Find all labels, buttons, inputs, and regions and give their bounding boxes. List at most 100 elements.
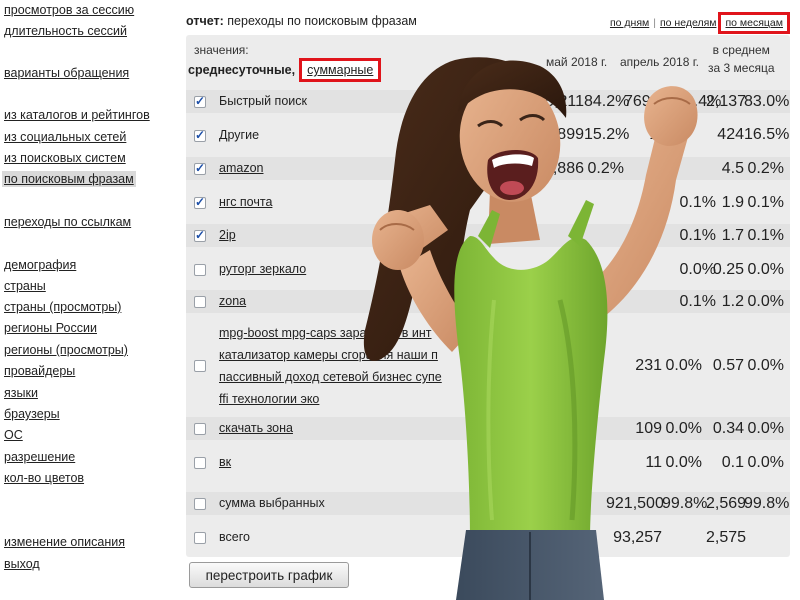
row-checkbox[interactable] [194, 161, 206, 175]
row-checkbox[interactable] [194, 360, 206, 372]
row-checkbox[interactable] [194, 94, 206, 108]
row-label[interactable]: вк [219, 451, 231, 474]
row-checkbox[interactable] [194, 457, 206, 469]
sidebar-item-providers[interactable]: провайдеры [4, 363, 75, 379]
cell-avg-pct: 83.0% [744, 93, 790, 110]
cell-may: 11 [645, 454, 662, 471]
sidebar-item-os[interactable]: ОС [4, 427, 23, 443]
row-label-line[interactable]: катализатор камеры сгорания наши п [219, 344, 438, 367]
row-label: всего [219, 530, 250, 544]
cell-avg-pct: 16.5% [744, 126, 790, 143]
row-label-line[interactable]: mpg-boost mpg-caps заработок в инт [219, 322, 432, 345]
sidebar-item-search-engines[interactable]: из поисковых систем [4, 150, 126, 166]
tab-months[interactable]: по месяцам [718, 12, 790, 34]
row-label[interactable]: нгс почта [219, 191, 272, 214]
column-header-average-line1: в среднем [712, 43, 770, 57]
cell-may-pct: 0.2% [587, 160, 624, 177]
cell-may-pct: 0.0% [665, 420, 702, 437]
row-checkbox[interactable] [194, 228, 206, 242]
report-prefix: отчет: [186, 14, 224, 28]
stats-table: значения: среднесуточные, суммарные май 2… [186, 35, 790, 557]
cell-may-pct: 84.2% [584, 93, 630, 110]
sidebar-item-browsers[interactable]: браузеры [4, 406, 60, 422]
sidebar-item-views-per-session[interactable]: просмотров за сессию [4, 2, 134, 18]
sidebar-item-access-variants[interactable]: варианты обращения [4, 65, 129, 81]
sidebar-item-edit-description[interactable]: изменение описания [4, 534, 125, 550]
cell-avg-pct: 0.0% [747, 357, 784, 374]
cell-may: 93,257 [613, 529, 662, 546]
row-label: Быстрый поиск [219, 94, 307, 108]
cell-avg: 1.9 [721, 194, 744, 211]
table-row: Другие [186, 124, 790, 147]
cell-may: 231 [635, 357, 662, 374]
sidebar-item-countries[interactable]: страны [4, 278, 46, 294]
cell-avg-pct: 0.1% [747, 227, 784, 244]
sidebar-item-search-phrases[interactable]: по поисковым фразам [2, 171, 136, 187]
row-label[interactable]: руторг зеркало [219, 258, 306, 281]
row-label[interactable]: amazon [219, 157, 263, 180]
cell-avg-pct: 0.0% [747, 293, 784, 310]
tab-days[interactable]: по дням [610, 17, 649, 29]
row-label: Другие [219, 128, 260, 142]
row-label[interactable]: скачать зона [219, 417, 293, 440]
row-checkbox[interactable] [194, 296, 206, 308]
sidebar-item-logout[interactable]: выход [4, 556, 40, 572]
cell-avg: 1.2 [721, 293, 744, 310]
sidebar-item-countries-views[interactable]: страны (просмотры) [4, 299, 121, 315]
cell-avg: 2,137 [706, 93, 747, 110]
cell-may: 785,211 [527, 93, 584, 110]
row-label[interactable]: 2ip [219, 224, 236, 247]
cell-may: 141,899 [526, 126, 584, 143]
sidebar-item-colors[interactable]: кол-во цветов [4, 470, 84, 486]
cell-apr: 148 [649, 126, 676, 143]
cell-may: 1,886 [543, 160, 584, 177]
row-label[interactable]: zona [219, 290, 246, 313]
cell-avg: 0.57 [712, 357, 744, 374]
table-row: amazon [186, 157, 790, 180]
rebuild-chart-button[interactable]: перестроить график [189, 562, 349, 588]
cell-avg-pct: 0.0% [747, 420, 784, 437]
sidebar-item-social[interactable]: из социальных сетей [4, 129, 126, 145]
cell-may-pct: 15.2% [584, 126, 630, 143]
cell-may-pct: 99.8% [662, 495, 708, 512]
row-checkbox[interactable] [194, 195, 206, 209]
report-title: отчет: переходы по поисковым фразам [186, 14, 417, 28]
row-checkbox[interactable] [194, 264, 206, 276]
tab-weeks[interactable]: по неделям [660, 17, 717, 29]
mode-switch: среднесуточные, суммарные [188, 58, 382, 82]
row-checkbox[interactable] [194, 532, 206, 544]
cell-may-pct: 0.0% [665, 357, 702, 374]
sidebar-item-regions-views[interactable]: регионы (просмотры) [4, 342, 128, 358]
cell-avg-pct: 0.1% [747, 194, 784, 211]
report-name: переходы по поисковым фразам [227, 14, 417, 28]
cell-avg: 2,569 [706, 495, 747, 512]
row-label: сумма выбранных [219, 496, 325, 510]
column-header-average-line2: за 3 месяца [708, 61, 775, 75]
column-header-average: в среднем за 3 месяца [708, 41, 775, 77]
cell-avg: 0.34 [712, 420, 744, 437]
table-row: всего [186, 526, 790, 549]
sidebar-item-languages[interactable]: языки [4, 385, 38, 401]
mode-total[interactable]: суммарные [299, 58, 382, 82]
row-label-line[interactable]: пассивный доход сетевой бизнес супе [219, 366, 442, 389]
row-checkbox[interactable] [194, 498, 206, 510]
column-header-april: апрель 2018 г. [620, 55, 699, 69]
tab-separator: | [653, 17, 656, 29]
sidebar-item-catalogs[interactable]: из каталогов и рейтингов [4, 107, 150, 123]
row-checkbox[interactable] [194, 128, 206, 142]
sidebar-item-resolution[interactable]: разрешение [4, 449, 75, 465]
column-header-may: май 2018 г. [546, 55, 608, 69]
mode-daily[interactable]: среднесуточные [188, 63, 292, 77]
row-checkbox[interactable] [194, 423, 206, 435]
cell-avg: 1.7 [721, 227, 744, 244]
cell-avg-pct: 0.2% [747, 160, 784, 177]
values-label: значения: [194, 43, 249, 57]
sidebar-item-session-duration[interactable]: длительность сессий [4, 23, 127, 39]
period-tabs: по дням | по неделям по месяцам [610, 12, 790, 34]
sidebar-item-russia-regions[interactable]: регионы России [4, 320, 97, 336]
cell-may: 921,500 [606, 495, 664, 512]
sidebar-item-demography[interactable]: демография [4, 257, 76, 273]
row-label-line[interactable]: ffi технологии эко [219, 388, 319, 411]
cell-may-pct: 0.0% [665, 454, 702, 471]
sidebar-item-link-referrals[interactable]: переходы по ссылкам [4, 214, 131, 230]
